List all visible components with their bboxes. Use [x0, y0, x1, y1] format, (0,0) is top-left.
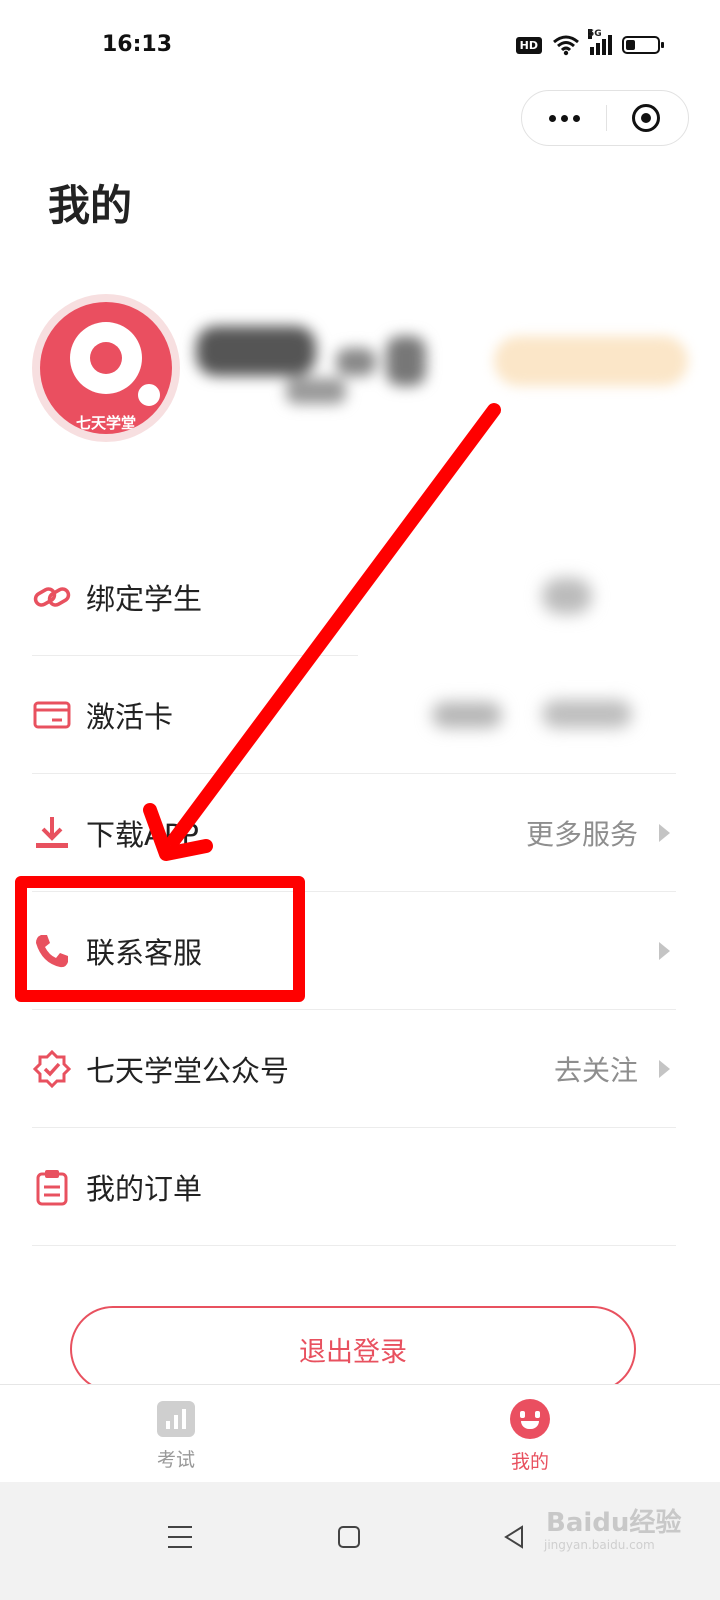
menu-item-my-orders[interactable]: 我的订单 — [32, 1128, 676, 1246]
value-blurred — [532, 538, 612, 656]
hd-icon: HD — [515, 36, 542, 54]
value-blurred — [422, 656, 672, 774]
status-bar: 16:13 HD 5G — [0, 0, 720, 96]
tab-label: 我的 — [510, 1451, 549, 1473]
status-time: 16:13 — [102, 32, 173, 57]
tab-bar: 考试 我的 — [0, 1384, 720, 1483]
follow-link[interactable]: 去关注 — [554, 1049, 638, 1089]
back-icon[interactable] — [502, 1524, 526, 1550]
wifi-icon — [553, 35, 579, 56]
capsule-menu — [521, 90, 689, 146]
menu-item-label: 激活卡 — [86, 699, 174, 734]
avatar[interactable]: 七天学堂 — [32, 294, 180, 442]
card-icon — [32, 695, 72, 735]
tab-exam[interactable]: 考试 — [106, 1385, 246, 1483]
menu-item-download-app[interactable]: 下载APP 更多服务 — [32, 774, 676, 892]
download-icon — [32, 813, 72, 853]
link-icon — [32, 577, 72, 617]
bar-chart-icon — [157, 1401, 195, 1437]
tab-label: 考试 — [156, 1449, 195, 1471]
menu-item-label: 我的订单 — [86, 1171, 203, 1206]
page-title: 我的 — [48, 181, 133, 230]
avatar-brand-text: 七天学堂 — [75, 414, 136, 432]
status-icons: HD 5G — [515, 29, 664, 56]
more-services-link[interactable]: 更多服务 — [526, 813, 638, 853]
battery-icon — [622, 36, 664, 54]
capsule-divider — [606, 105, 607, 131]
chevron-right-icon — [659, 941, 670, 960]
clipboard-icon — [32, 1167, 72, 1207]
tab-mine[interactable]: 我的 — [460, 1385, 600, 1483]
menu-item-bind-student[interactable]: 绑定学生 — [32, 538, 676, 656]
badge-check-icon — [32, 1049, 72, 1089]
username-blurred — [196, 318, 446, 414]
more-dots-icon[interactable] — [522, 91, 606, 145]
smile-icon — [510, 1399, 550, 1439]
watermark: Baidu经验 — [546, 1508, 682, 1538]
home-icon[interactable] — [338, 1526, 360, 1548]
menu-item-label: 七天学堂公众号 — [86, 1053, 290, 1088]
chevron-right-icon — [659, 823, 670, 842]
menu-item-activation-card[interactable]: 激活卡 — [32, 656, 676, 774]
profile-badge-blurred[interactable] — [494, 336, 688, 386]
menu-item-label: 下载APP — [86, 817, 199, 852]
chevron-right-icon — [659, 1059, 670, 1078]
brand-logo: 七天学堂 — [40, 302, 172, 434]
logout-button[interactable]: 退出登录 — [70, 1306, 636, 1392]
recent-apps-icon[interactable] — [168, 1526, 192, 1556]
menu-item-label: 绑定学生 — [86, 582, 203, 616]
watermark-sub: jingyan.baidu.com — [544, 1538, 655, 1552]
target-circle-icon[interactable] — [632, 104, 660, 132]
cell-signal-icon: 5G — [588, 29, 612, 55]
system-nav-bar: Baidu经验 jingyan.baidu.com — [0, 1482, 720, 1600]
annotation-highlight-box — [15, 876, 305, 1002]
menu-item-official-account[interactable]: 七天学堂公众号 去关注 — [32, 1010, 676, 1128]
